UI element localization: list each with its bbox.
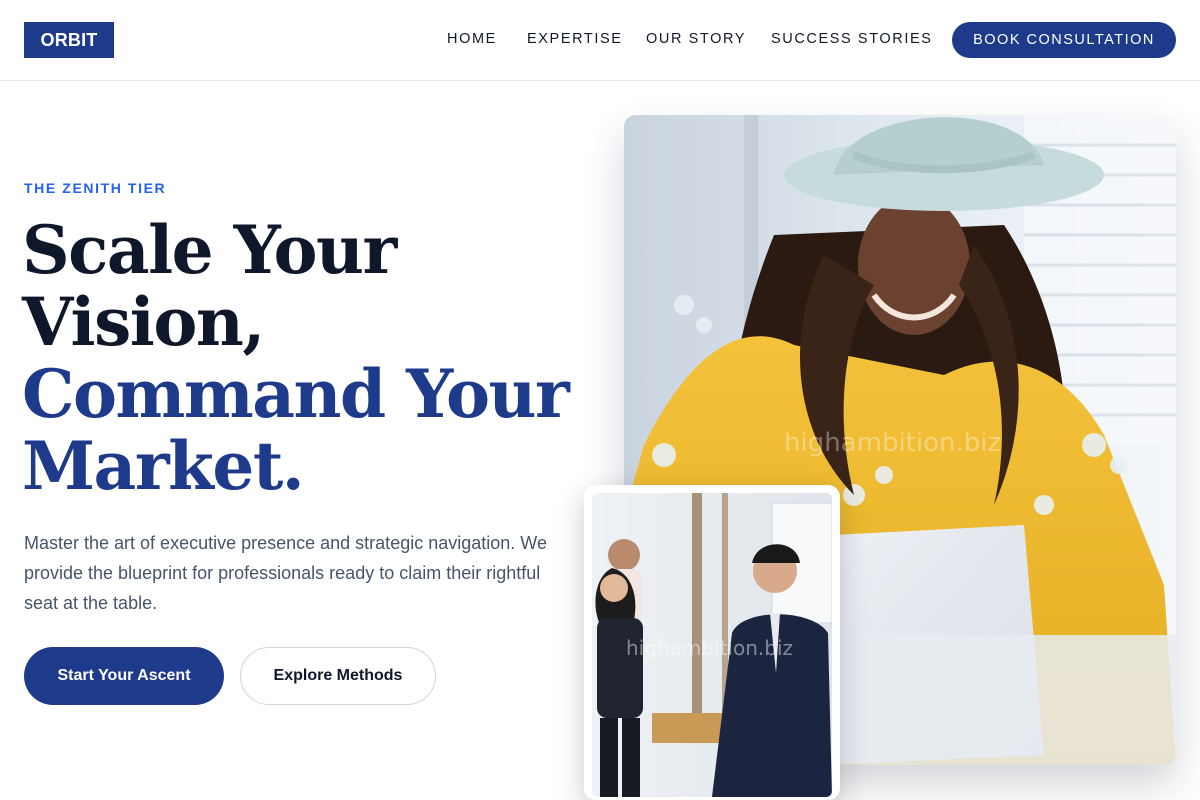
site-header: ORBIT HOME EXPERTISE OUR STORY SUCCESS S… [0,0,1200,81]
secondary-photo-watermark: highambition.biz [626,636,793,660]
hero-eyebrow: THE ZENITH TIER [24,180,167,196]
logo[interactable]: ORBIT [24,22,114,58]
hero-secondary-photo: highambition.biz [584,485,840,800]
headline-line-3: Command Your [22,355,570,433]
start-your-ascent-button[interactable]: Start Your Ascent [24,647,224,705]
hero-headline: Scale Your Vision, Command Your Market. [22,211,570,505]
headline-line-1: Scale Your [22,211,397,289]
explore-methods-button[interactable]: Explore Methods [240,647,436,705]
nav-link-our-story[interactable]: OUR STORY [646,31,746,47]
nav-link-expertise[interactable]: EXPERTISE [527,31,623,47]
headline-line-2: Vision, [22,283,265,361]
nav-link-success-stories[interactable]: SUCCESS STORIES [771,31,933,47]
main-photo-watermark: highambition.biz [784,428,1001,458]
headline-line-4: Market. [22,427,305,505]
book-consultation-button[interactable]: BOOK CONSULTATION [952,22,1176,58]
office-meeting-photo: highambition.biz [592,493,832,797]
hero-lead-text: Master the art of executive presence and… [24,533,547,613]
nav-link-home[interactable]: HOME [447,31,497,47]
